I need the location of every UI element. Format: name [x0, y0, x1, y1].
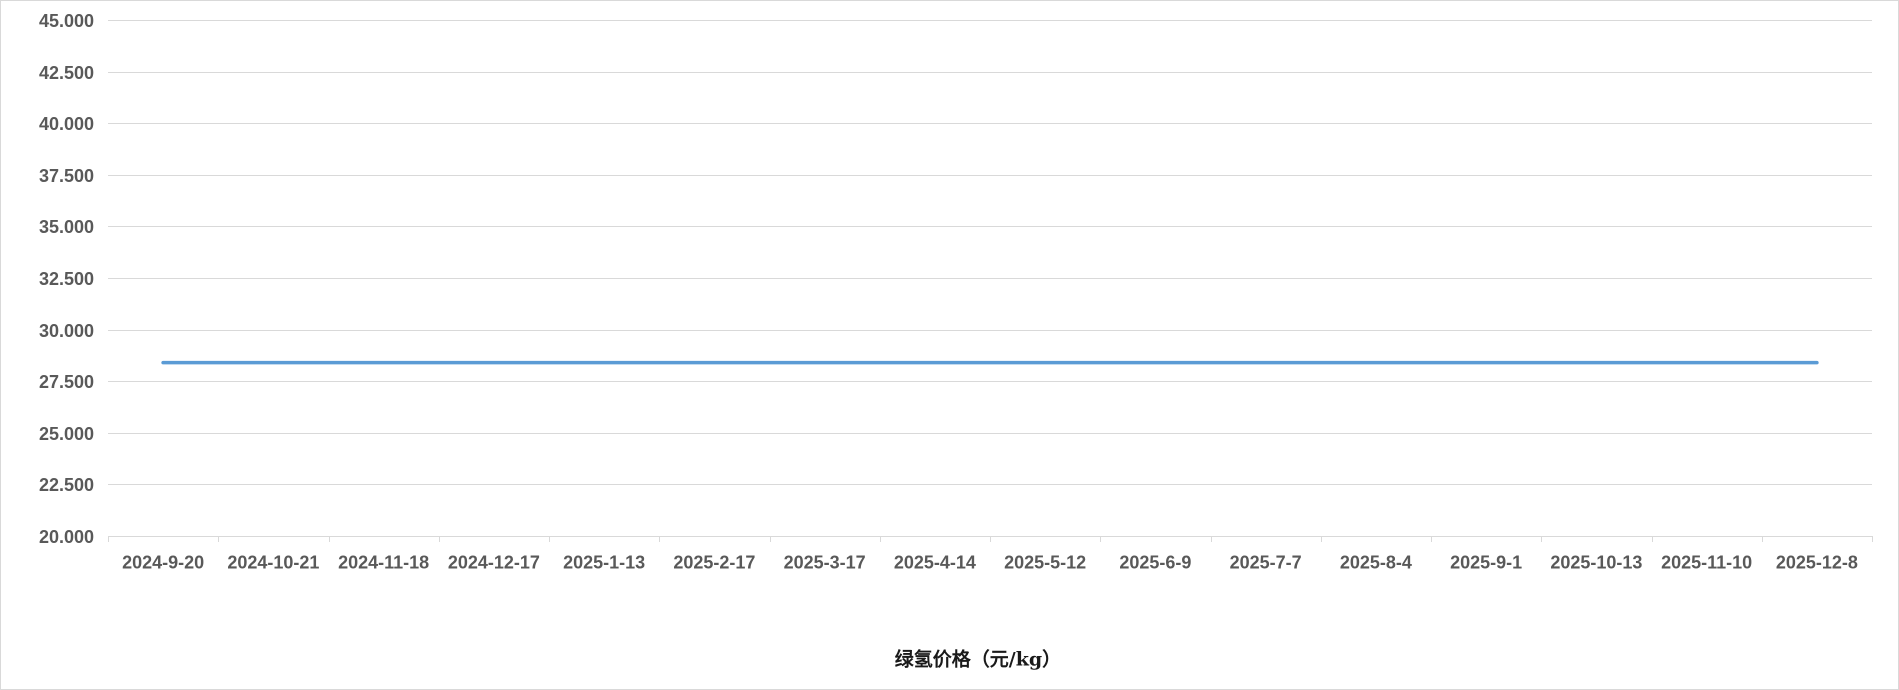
y-tick-label: 35.000 [39, 217, 94, 237]
data-point [601, 360, 607, 366]
data-point [1483, 360, 1489, 366]
data-point [270, 360, 276, 366]
data-point [381, 360, 387, 366]
line-chart: 20.000 22.500 25.000 27.500 30.000 32.500 35.0… [39, 11, 1873, 671]
data-point [1042, 360, 1048, 366]
x-tick-label: 2024-9-20 [122, 552, 204, 572]
legend-entry: 绿氢价格（元/kg） [895, 648, 1061, 671]
x-tick-label: 2024-12-17 [448, 552, 540, 572]
series-layer [160, 360, 1820, 366]
data-point [1373, 360, 1379, 366]
data-point [711, 360, 717, 366]
x-tick-label: 2025-11-10 [1661, 552, 1752, 572]
data-point [1814, 360, 1820, 366]
y-axis: 20.000 22.500 25.000 27.500 30.000 32.500 35.0… [39, 11, 94, 547]
x-tick-label: 2025-12-8 [1776, 552, 1858, 572]
x-axis: 2024-9-20 2024-10-21 2024-11-18 2024-12-17 2… [108, 536, 1873, 572]
data-point [491, 360, 497, 366]
y-tick-label: 30.000 [39, 321, 94, 341]
y-tick-label: 27.500 [39, 372, 94, 392]
y-tick-label: 22.500 [39, 475, 94, 495]
x-tick-label: 2025-9-1 [1450, 552, 1522, 572]
y-tick-label: 32.500 [39, 269, 94, 289]
chart-area: 20.000 22.500 25.000 27.500 30.000 32.500 35.0… [0, 0, 1899, 690]
y-tick-label: 45.000 [39, 11, 94, 31]
data-point [1152, 360, 1158, 366]
x-tick-label: 2025-2-17 [673, 552, 755, 572]
x-tick-label: 2025-8-4 [1340, 552, 1412, 572]
x-tick-label: 2025-4-14 [894, 552, 976, 572]
data-point [1263, 360, 1269, 366]
y-tick-label: 20.000 [39, 527, 94, 547]
legend: 绿氢价格（元/kg） [895, 648, 1061, 671]
y-tick-label: 42.500 [39, 63, 94, 83]
x-tick-label: 2025-10-13 [1550, 552, 1642, 572]
data-point [160, 360, 166, 366]
x-tick-label: 2025-5-12 [1004, 552, 1086, 572]
y-tick-label: 37.500 [39, 166, 94, 186]
gridlines [108, 20, 1872, 537]
x-tick-label: 2025-1-13 [563, 552, 645, 572]
data-point [1593, 360, 1599, 366]
x-tick-label: 2025-3-17 [784, 552, 866, 572]
x-tick-label: 2025-6-9 [1119, 552, 1191, 572]
data-point [822, 360, 828, 366]
x-tick-label: 2024-11-18 [338, 552, 429, 572]
data-point [932, 360, 938, 366]
x-tick-label: 2024-10-21 [227, 552, 319, 572]
x-tick-label: 2025-7-7 [1230, 552, 1302, 572]
y-tick-label: 40.000 [39, 114, 94, 134]
y-tick-label: 25.000 [39, 424, 94, 444]
data-point [1704, 360, 1710, 366]
